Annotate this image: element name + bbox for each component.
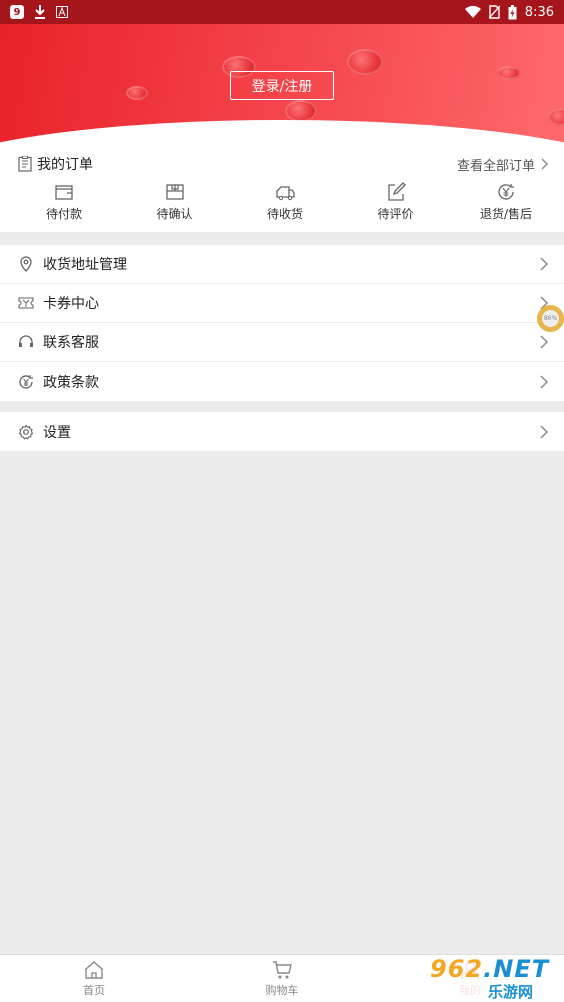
menu-item-label: 设置 bbox=[43, 424, 71, 441]
location-icon bbox=[18, 256, 34, 272]
login-register-button[interactable]: 登录/注册 bbox=[230, 71, 334, 100]
chevron-right-icon bbox=[540, 257, 548, 271]
wifi-icon bbox=[464, 6, 481, 18]
order-status-pending-review[interactable]: 待评价 bbox=[356, 182, 436, 222]
decoration-disc bbox=[126, 86, 148, 100]
chevron-right-icon bbox=[540, 424, 548, 439]
menu-item-customer-service[interactable]: 联系客服 bbox=[0, 323, 564, 362]
battery-icon bbox=[508, 4, 517, 19]
menu-item-label: 收货地址管理 bbox=[43, 257, 127, 273]
decoration-disc bbox=[285, 100, 317, 122]
decoration-disc bbox=[347, 49, 383, 75]
truck-icon bbox=[276, 186, 295, 201]
watermark-cn: 乐游网 bbox=[488, 983, 534, 1001]
refund-icon bbox=[498, 184, 514, 200]
watermark-number: 962 bbox=[430, 955, 484, 983]
home-icon bbox=[85, 961, 103, 979]
tab-cart[interactable]: 购物车 bbox=[252, 960, 312, 998]
menu-item-label: 政策条款 bbox=[43, 374, 99, 391]
app-9-icon: 9 bbox=[10, 5, 24, 19]
order-list-icon bbox=[18, 156, 32, 172]
order-status-label: 退货/售后 bbox=[479, 207, 533, 221]
orders-section: 我的订单 查看全部订单 待付款 待确认 待收货 待评价 退货/售后 bbox=[0, 146, 564, 232]
headset-icon bbox=[18, 334, 34, 350]
menu-item-policy[interactable]: 政策条款 bbox=[0, 362, 564, 401]
no-sim-icon bbox=[488, 5, 500, 19]
menu-group-settings: 设置 bbox=[0, 412, 564, 451]
menu-item-settings[interactable]: 设置 bbox=[0, 412, 564, 451]
watermark-logo: 962.NET 乐游网 bbox=[424, 955, 564, 1001]
menu-group-main: 收货地址管理 卡券中心 联系客服 政策条款 bbox=[0, 245, 564, 401]
tab-label: 首页 bbox=[83, 984, 105, 997]
view-all-orders-link[interactable]: 查看全部订单 bbox=[457, 155, 548, 174]
tab-home[interactable]: 首页 bbox=[64, 960, 124, 998]
floating-badge-text: 86% bbox=[542, 310, 559, 327]
chevron-right-icon bbox=[540, 335, 548, 349]
profile-header: 登录/注册 bbox=[0, 24, 564, 152]
order-status-pending-receipt[interactable]: 待收货 bbox=[245, 182, 325, 222]
menu-item-label: 卡券中心 bbox=[43, 296, 99, 312]
menu-item-address[interactable]: 收货地址管理 bbox=[0, 245, 564, 284]
order-status-refund[interactable]: 退货/售后 bbox=[466, 182, 546, 222]
policy-icon bbox=[18, 374, 34, 390]
order-status-label: 待评价 bbox=[377, 207, 414, 221]
edit-icon bbox=[387, 182, 406, 201]
floating-speed-badge[interactable]: 86% bbox=[537, 305, 564, 332]
cart-icon bbox=[273, 961, 292, 979]
decoration-disc bbox=[548, 108, 564, 126]
menu-item-coupons[interactable]: 卡券中心 bbox=[0, 284, 564, 323]
coupon-icon bbox=[18, 295, 34, 311]
view-all-orders-label: 查看全部订单 bbox=[456, 158, 535, 174]
status-time: 8:36 bbox=[524, 4, 554, 20]
order-status-label: 待确认 bbox=[156, 207, 193, 221]
order-status-label: 待付款 bbox=[45, 207, 82, 221]
chevron-right-icon bbox=[540, 374, 548, 389]
gear-icon bbox=[18, 424, 34, 440]
order-status-label: 待收货 bbox=[266, 207, 303, 221]
order-status-pending-confirm[interactable]: 待确认 bbox=[135, 182, 215, 222]
watermark-tld: .NET bbox=[483, 955, 550, 983]
download-icon bbox=[35, 5, 45, 19]
decoration-disc bbox=[497, 66, 521, 80]
orders-title-label: 我的订单 bbox=[37, 157, 93, 173]
a-icon bbox=[56, 6, 68, 18]
chevron-right-icon bbox=[541, 158, 548, 170]
menu-item-label: 联系客服 bbox=[43, 335, 99, 351]
package-icon bbox=[165, 184, 184, 200]
order-status-pending-payment[interactable]: 待付款 bbox=[24, 182, 104, 222]
wallet-icon bbox=[55, 185, 73, 200]
status-bar: 9 8:36 bbox=[0, 0, 564, 24]
tab-label: 购物车 bbox=[265, 984, 299, 997]
orders-title: 我的订单 bbox=[18, 154, 93, 174]
